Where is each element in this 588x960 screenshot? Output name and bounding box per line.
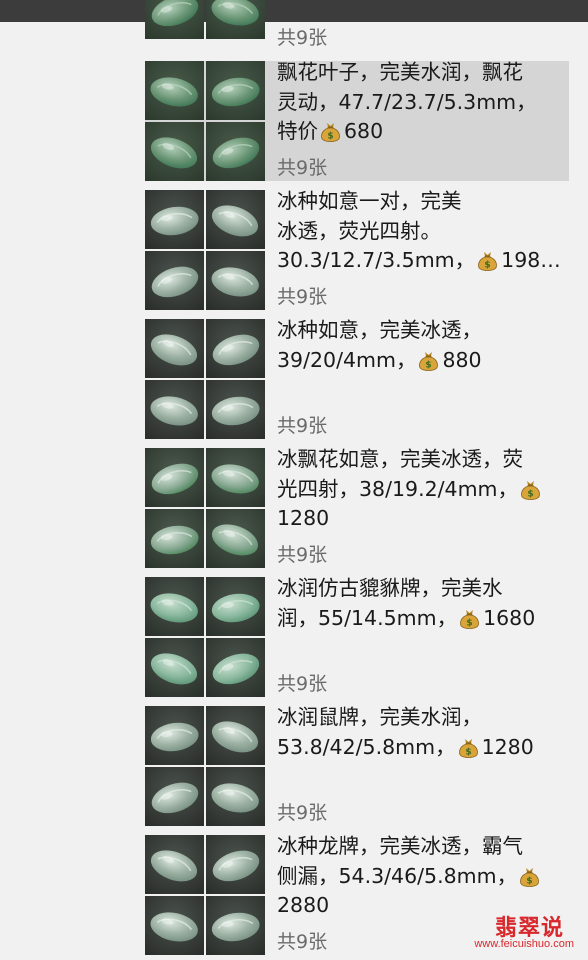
description-line: 飘花叶子，完美水润，飘花 [277, 60, 523, 84]
description-line: 冰种如意，完美冰透， [277, 318, 482, 342]
price-line: 特价 $680 [277, 117, 569, 147]
svg-text:$: $ [485, 261, 491, 271]
price-line: 30.3/12.7/3.5mm， $198… [277, 246, 569, 276]
image-count: 共9张 [277, 415, 328, 437]
photo-thumbnail[interactable] [206, 767, 265, 826]
money-bag-icon: $ [458, 736, 479, 758]
description-text: 39/20/4mm， [277, 347, 417, 372]
photo-thumbnail[interactable] [145, 835, 204, 894]
image-count: 共9张 [277, 673, 328, 695]
image-count: 共9张 [277, 931, 328, 953]
watermark-url: www.feicuishuo.com [474, 938, 574, 950]
description-text: 润，55/14.5mm， [277, 605, 458, 630]
photo-thumbnail[interactable] [206, 0, 265, 39]
photo-thumbnail[interactable] [206, 61, 265, 120]
svg-text:$: $ [465, 747, 471, 757]
description-text: 53.8/42/5.8mm， [277, 734, 456, 759]
price-line: 侧漏，54.3/46/5.8mm， $ [277, 862, 569, 892]
photo-thumbnail[interactable] [206, 638, 265, 697]
svg-text:$: $ [426, 360, 432, 370]
post-description: 冰种如意，完美冰透， 39/20/4mm， $880 [277, 316, 569, 375]
photo-thumbnail[interactable] [145, 0, 204, 39]
image-count: 共9张 [277, 544, 328, 566]
photo-thumbnail[interactable] [206, 319, 265, 378]
photo-thumbnail[interactable] [145, 577, 204, 636]
photo-thumbnail[interactable] [145, 509, 204, 568]
photo-thumbnail[interactable] [206, 190, 265, 249]
price-line: 53.8/42/5.8mm， $1280 [277, 733, 569, 763]
photo-thumbnail[interactable] [206, 896, 265, 955]
photo-thumbnail[interactable] [145, 251, 204, 310]
photo-thumbnail[interactable] [145, 706, 204, 765]
photo-thumbnail[interactable] [206, 448, 265, 507]
description-line: 冰种如意一对，完美 [277, 189, 462, 213]
description-text: 侧漏，54.3/46/5.8mm， [277, 863, 518, 888]
price-value: 198… [501, 248, 561, 272]
price-line: 光四射，38/19.2/4mm， $ [277, 475, 569, 505]
post-description: 冰飘花如意，完美冰透，荧 光四射，38/19.2/4mm， $ 1280 [277, 445, 569, 534]
price-value: 1680 [483, 605, 536, 630]
photo-thumbnail[interactable] [145, 122, 204, 181]
money-bag-icon: $ [418, 349, 439, 371]
money-bag-icon: $ [520, 478, 541, 500]
status-bar [0, 0, 588, 22]
thumbnail-grid[interactable] [145, 706, 266, 826]
description-line: 冰润仿古貔貅牌，完美水 [277, 576, 503, 600]
photo-thumbnail[interactable] [145, 380, 204, 439]
image-count: 共9张 [277, 157, 328, 179]
description-line: 冰透，荧光四射。 [277, 218, 441, 243]
thumbnail-grid[interactable] [145, 319, 266, 439]
price-value: 1280 [277, 506, 330, 530]
thumbnail-grid[interactable] [145, 835, 266, 955]
image-count: 共9张 [277, 286, 328, 308]
description-text: 30.3/12.7/3.5mm， [277, 248, 476, 272]
image-count: 共9张 [277, 802, 328, 824]
description-line: 冰种龙牌，完美冰透，霸气 [277, 834, 523, 858]
thumbnail-grid[interactable] [145, 448, 266, 568]
photo-thumbnail[interactable] [145, 896, 204, 955]
money-bag-icon: $ [459, 607, 480, 629]
photo-thumbnail[interactable] [206, 577, 265, 636]
svg-text:$: $ [466, 618, 472, 628]
post-description: 冰种如意一对，完美 冰透，荧光四射。 30.3/12.7/3.5mm， $198… [277, 187, 569, 276]
svg-text:$: $ [527, 489, 533, 499]
photo-thumbnail[interactable] [206, 706, 265, 765]
post-description: 飘花叶子，完美水润，飘花 灵动，47.7/23.7/5.3mm， 特价 $680 [277, 58, 569, 147]
post-description: 冰润鼠牌，完美水润， 53.8/42/5.8mm， $1280 [277, 703, 569, 762]
photo-thumbnail[interactable] [206, 251, 265, 310]
money-bag-icon: $ [519, 865, 540, 887]
description-line: 灵动，47.7/23.7/5.3mm， [277, 89, 537, 114]
photo-thumbnail[interactable] [145, 61, 204, 120]
photo-thumbnail[interactable] [206, 509, 265, 568]
photo-thumbnail[interactable] [206, 835, 265, 894]
svg-text:$: $ [327, 132, 333, 142]
post-description: 冰种龙牌，完美冰透，霸气 侧漏，54.3/46/5.8mm， $ 2880 [277, 832, 569, 921]
thumbnail-grid[interactable] [145, 61, 266, 181]
photo-thumbnail[interactable] [145, 638, 204, 697]
money-bag-icon: $ [477, 249, 498, 271]
description-line: 冰润鼠牌，完美水润， [277, 705, 482, 729]
description-line: 冰飘花如意，完美冰透，荧 [277, 447, 523, 471]
price-line: 润，55/14.5mm， $1680 [277, 604, 569, 634]
post-description: 冰润仿古貔貅牌，完美水 润，55/14.5mm， $1680 [277, 574, 569, 633]
price-value: 680 [344, 119, 384, 143]
svg-text:$: $ [526, 876, 532, 886]
image-count: 共9张 [277, 27, 328, 49]
money-bag-icon: $ [320, 120, 341, 142]
site-watermark: 翡翠说 www.feicuishuo.com [454, 910, 574, 952]
thumbnail-grid[interactable] [145, 577, 266, 697]
photo-thumbnail[interactable] [145, 319, 204, 378]
price-value: 880 [442, 347, 482, 372]
thumbnail-grid[interactable] [145, 190, 266, 310]
photo-thumbnail[interactable] [145, 448, 204, 507]
price-prefix: 特价 [277, 119, 318, 143]
price-line: 39/20/4mm， $880 [277, 346, 569, 376]
price-value: 1280 [481, 734, 534, 759]
photo-thumbnail[interactable] [145, 767, 204, 826]
photo-thumbnail[interactable] [206, 122, 265, 181]
photo-thumbnail[interactable] [206, 380, 265, 439]
thumbnail-grid[interactable] [145, 0, 266, 39]
photo-thumbnail[interactable] [145, 190, 204, 249]
description-text: 光四射，38/19.2/4mm， [277, 476, 519, 501]
